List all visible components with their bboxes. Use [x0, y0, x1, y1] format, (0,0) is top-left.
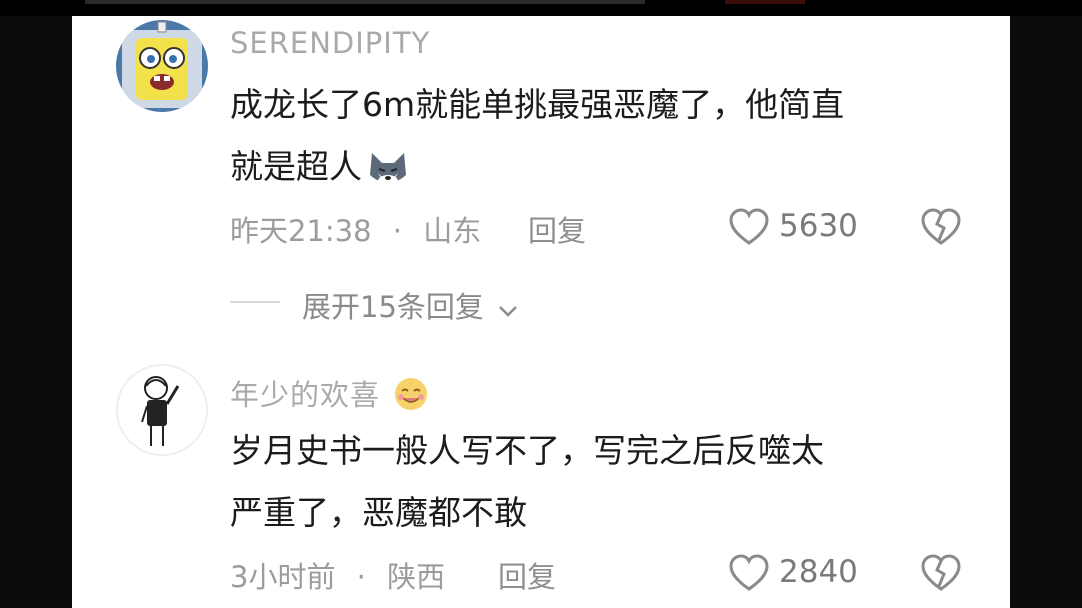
- comment-text: 成龙长了6m就能单挑最强恶魔了，他简直 就是超人: [230, 74, 990, 198]
- like-count: 5630: [779, 208, 858, 244]
- comment-panel: SERENDIPITY 成龙长了6m就能单挑最强恶魔了，他简直 就是超人 昨天2…: [72, 16, 1010, 608]
- cartoon-avatar-icon[interactable]: [116, 20, 208, 112]
- sketch-person-avatar-icon[interactable]: [116, 364, 208, 456]
- expand-replies-label: 展开15条回复: [302, 290, 484, 324]
- comment-text-line: 就是超人: [230, 136, 990, 198]
- heart-icon[interactable]: [728, 207, 770, 251]
- like-count: 2840: [779, 554, 858, 590]
- comment-time: 3小时前: [230, 560, 336, 594]
- comment-username[interactable]: 年少的欢喜: [230, 372, 430, 420]
- comment-text-line: 严重了，恶魔都不敢: [230, 493, 527, 532]
- comment-meta: 昨天21:38 · 山东: [230, 208, 481, 250]
- meta-separator: ·: [356, 560, 366, 594]
- video-top-edge: [0, 0, 1082, 16]
- comment-meta: 3小时前 · 陕西: [230, 554, 445, 596]
- chevron-down-icon: [497, 292, 519, 326]
- reply-button[interactable]: 回复: [498, 554, 556, 596]
- comment-text-line: 成龙长了6m就能单挑最强恶魔了，他简直: [230, 85, 845, 124]
- wolf-emoji-icon: [364, 145, 412, 193]
- heart-icon[interactable]: [728, 553, 770, 597]
- comment-time: 昨天21:38: [230, 214, 372, 248]
- expand-replies-button[interactable]: 展开15条回复: [302, 284, 519, 326]
- broken-heart-icon[interactable]: [920, 553, 962, 597]
- meta-separator: ·: [392, 214, 403, 248]
- top-edge-red-bar: [725, 0, 805, 4]
- comment-username-text: 年少的欢喜: [230, 378, 381, 412]
- reply-button[interactable]: 回复: [528, 208, 586, 250]
- expand-divider: [230, 301, 280, 303]
- comment-text: 岁月史书一般人写不了，写完之后反噬太 严重了，恶魔都不敢: [230, 420, 990, 544]
- top-edge-dark-bar: [85, 0, 645, 4]
- comment-location: 陕西: [387, 560, 446, 594]
- comment-username[interactable]: SERENDIPITY: [230, 26, 430, 60]
- broken-heart-icon[interactable]: [920, 207, 962, 251]
- comment-text-line: 岁月史书一般人写不了，写完之后反噬太: [230, 431, 824, 470]
- smile-emoji-icon: [392, 375, 430, 420]
- comment-text-line-2: 就是超人: [230, 147, 362, 186]
- comment-location: 山东: [423, 214, 482, 248]
